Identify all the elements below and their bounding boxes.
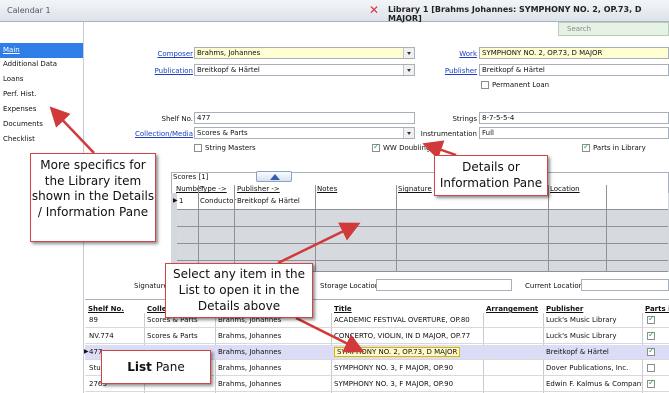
callout-list-bold: List: [127, 360, 152, 374]
callout-list-rest: Pane: [151, 360, 185, 374]
arrow-to-sidebar: [49, 106, 95, 154]
arrow-to-list-row: [295, 316, 365, 353]
arrow-to-details-grid: [277, 222, 361, 265]
callout-details-pane: Details or Information Pane: [434, 155, 548, 196]
callout-more-specifics: More specifics for the Library item show…: [30, 153, 156, 242]
callout-select-item: Select any item in the List to open it i…: [165, 263, 313, 318]
callout-list-pane: List Pane: [101, 350, 211, 384]
arrow-to-details: [422, 140, 457, 160]
